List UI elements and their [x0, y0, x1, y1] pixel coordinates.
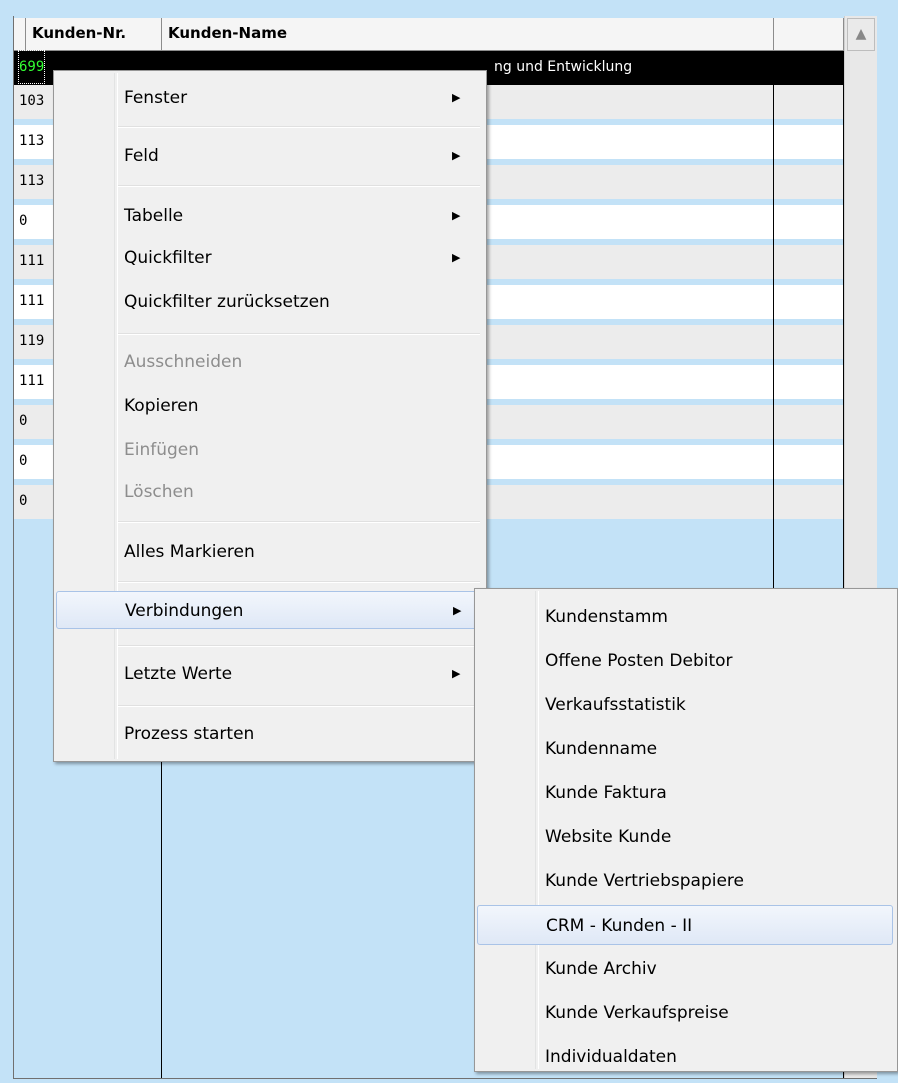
cell-kunden-nr[interactable]: 111: [19, 245, 44, 277]
submenu-arrow-icon: ▶: [452, 209, 461, 222]
submenu-verbindungen: Kundenstamm Offene Posten Debitor Verkaufs…: [474, 588, 898, 1072]
submenu-item-label: Website Kunde: [545, 827, 672, 847]
column-header-extra[interactable]: [774, 18, 844, 51]
context-menu: Fenster ▶ Feld ▶ Tabelle ▶ Quickfilter ▶ Quickfi…: [53, 70, 487, 762]
submenu-arrow-icon: ▶: [452, 149, 461, 162]
submenu-item-label: Kunde Verkaufspreise: [545, 1003, 729, 1023]
cell-kunden-nr[interactable]: 0: [19, 445, 27, 477]
menu-item-label: Letzte Werte: [124, 664, 233, 684]
column-header-kunden-nr[interactable]: Kunden-Nr.: [26, 18, 162, 51]
submenu-item-verkaufsstatistik[interactable]: Verkaufsstatistik: [477, 685, 893, 725]
menu-item-löschen[interactable]: Löschen: [56, 473, 482, 511]
menu-separator: [118, 185, 480, 187]
menu-item-alles-markieren[interactable]: Alles Markieren: [56, 533, 482, 571]
menu-item-prozess-starten[interactable]: Prozess starten: [56, 715, 482, 753]
menu-separator: [118, 581, 480, 583]
cell-kunden-nr[interactable]: 111: [19, 285, 44, 317]
menu-separator: [118, 705, 480, 707]
row-header-corner: [14, 18, 26, 51]
submenu-item-website-kunde[interactable]: Website Kunde: [477, 817, 893, 857]
cell-kunden-nr[interactable]: 113: [19, 165, 44, 197]
submenu-item-kundenname[interactable]: Kundenname: [477, 729, 893, 769]
cell-kunden-name[interactable]: ng und Entwicklung: [494, 51, 632, 83]
menu-item-label: Löschen: [124, 482, 194, 502]
submenu-arrow-icon: ▶: [453, 604, 462, 617]
submenu-item-kunde-faktura[interactable]: Kunde Faktura: [477, 773, 893, 813]
column-divider-name: [773, 51, 774, 591]
cell-kunden-nr[interactable]: 119: [19, 325, 44, 357]
menu-item-label: Tabelle: [124, 206, 184, 226]
menu-item-quickfilter-zurücksetzen[interactable]: Quickfilter zurücksetzen: [56, 283, 482, 321]
submenu-item-label: Kunde Archiv: [545, 959, 657, 979]
cell-kunden-nr[interactable]: 0: [19, 405, 27, 437]
menu-item-label: Kopieren: [124, 396, 199, 416]
menu-item-kopieren[interactable]: Kopieren: [56, 387, 482, 425]
menu-item-ausschneiden[interactable]: Ausschneiden: [56, 343, 482, 381]
menu-item-label: Quickfilter: [124, 248, 212, 268]
menu-item-letzte-werte[interactable]: Letzte Werte ▶: [56, 655, 482, 693]
menu-item-label: Ausschneiden: [124, 352, 243, 372]
cell-kunden-nr[interactable]: 111: [19, 365, 44, 397]
cell-kunden-nr[interactable]: 699: [17, 50, 46, 84]
menu-item-fenster[interactable]: Fenster ▶: [56, 79, 482, 117]
cell-kunden-nr[interactable]: 0: [19, 205, 27, 237]
menu-item-label: Verbindungen: [125, 601, 244, 621]
chevron-up-icon: ▲: [855, 26, 867, 42]
menu-item-tabelle[interactable]: Tabelle ▶: [56, 197, 482, 235]
scroll-up-button[interactable]: ▲: [847, 18, 875, 51]
submenu-item-individualdaten[interactable]: Individualdaten: [477, 1037, 893, 1077]
cell-kunden-nr[interactable]: 103: [19, 85, 44, 117]
submenu-item-offene-posten-debitor[interactable]: Offene Posten Debitor: [477, 641, 893, 681]
menu-item-quickfilter[interactable]: Quickfilter ▶: [56, 239, 482, 277]
submenu-arrow-icon: ▶: [452, 91, 461, 104]
submenu-item-kunde-vertriebspapiere[interactable]: Kunde Vertriebspapiere: [477, 861, 893, 901]
menu-item-verbindungen[interactable]: Verbindungen ▶: [56, 591, 482, 629]
menu-item-label: Alles Markieren: [124, 542, 255, 562]
submenu-item-label: Offene Posten Debitor: [545, 651, 733, 671]
submenu-item-label: Kunde Faktura: [545, 783, 667, 803]
cell-kunden-nr[interactable]: 113: [19, 125, 44, 157]
menu-item-label: Feld: [124, 146, 159, 166]
menu-item-label: Fenster: [124, 88, 188, 108]
submenu-arrow-icon: ▶: [452, 251, 461, 264]
submenu-item-label: Kundenname: [545, 739, 658, 759]
cell-kunden-nr[interactable]: 0: [19, 485, 27, 517]
submenu-item-label: CRM - Kunden - II: [546, 916, 693, 936]
submenu-item-kunde-verkaufspreise[interactable]: Kunde Verkaufspreise: [477, 993, 893, 1033]
column-header-kunden-name[interactable]: Kunden-Name: [162, 18, 774, 51]
submenu-arrow-icon: ▶: [452, 667, 461, 680]
menu-item-label: Quickfilter zurücksetzen: [124, 292, 330, 312]
submenu-item-label: Verkaufsstatistik: [545, 695, 686, 715]
submenu-item-kunde-archiv[interactable]: Kunde Archiv: [477, 949, 893, 989]
submenu-item-label: Kunde Vertriebspapiere: [545, 871, 745, 891]
menu-item-label: Prozess starten: [124, 724, 255, 744]
menu-separator: [118, 645, 480, 647]
menu-item-label: Einfügen: [124, 440, 200, 460]
submenu-item-label: Kundenstamm: [545, 607, 668, 627]
menu-separator: [118, 333, 480, 335]
submenu-item-kundenstamm[interactable]: Kundenstamm: [477, 597, 893, 637]
submenu-item-label: Individualdaten: [545, 1047, 677, 1067]
menu-separator: [118, 521, 480, 523]
menu-item-feld[interactable]: Feld ▶: [56, 137, 482, 175]
menu-item-einfügen[interactable]: Einfügen: [56, 431, 482, 469]
menu-separator: [118, 126, 480, 128]
submenu-item-crm-kunden-ii[interactable]: CRM - Kunden - II: [477, 905, 893, 945]
